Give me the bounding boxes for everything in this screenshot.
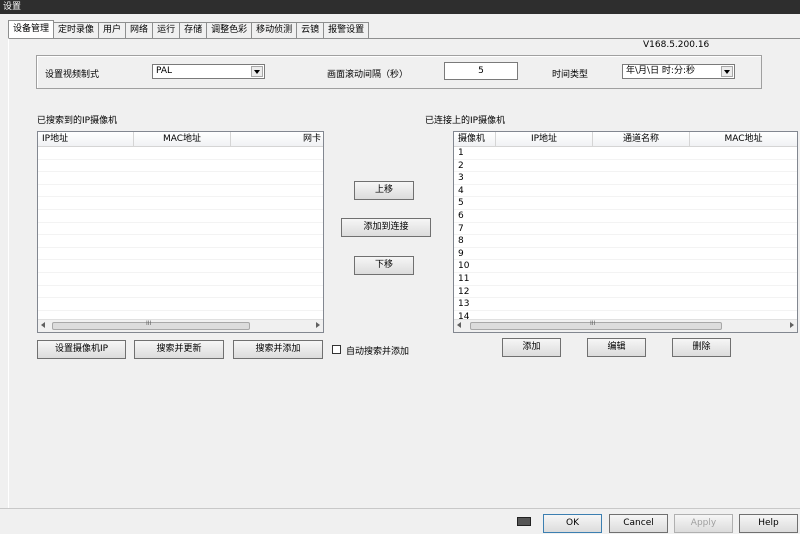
cancel-button[interactable]: Cancel: [609, 514, 668, 533]
edit-button[interactable]: 编辑: [587, 338, 646, 357]
list-item[interactable]: 8: [454, 235, 797, 248]
tab-alarm-settings[interactable]: 报警设置: [323, 22, 370, 38]
tab-color-adjust[interactable]: 调整色彩: [206, 22, 253, 38]
column-ip-address[interactable]: IP地址: [496, 132, 593, 146]
list-item[interactable]: [38, 197, 323, 210]
list-item[interactable]: [38, 273, 323, 286]
video-standard-value: PAL: [156, 66, 173, 76]
scroll-interval-label: 画面滚动间隔（秒）: [327, 70, 409, 80]
list-item[interactable]: 4: [454, 185, 797, 198]
tab-users[interactable]: 用户: [98, 22, 127, 38]
list-item[interactable]: 3: [454, 172, 797, 185]
list-item[interactable]: 9: [454, 248, 797, 261]
scroll-right-icon[interactable]: [316, 322, 320, 328]
searched-cameras-title: 已搜索到的IP摄像机: [37, 116, 118, 126]
scroll-right-icon[interactable]: [790, 322, 794, 328]
column-channel-name[interactable]: 通道名称: [593, 132, 690, 146]
auto-search-add-label[interactable]: 自动搜索并添加: [346, 344, 409, 357]
connected-horizontal-scrollbar[interactable]: III: [454, 319, 797, 332]
list-item[interactable]: [38, 172, 323, 185]
list-item[interactable]: [38, 248, 323, 261]
scroll-interval-input[interactable]: 5: [444, 62, 518, 80]
add-to-connected-button[interactable]: 添加到连接: [341, 218, 431, 237]
list-item[interactable]: [38, 147, 323, 160]
time-type-select[interactable]: 年\月\日 时:分:秒: [622, 64, 735, 79]
time-type-value: 年\月\日 时:分:秒: [626, 66, 695, 76]
chevron-down-icon[interactable]: [251, 66, 263, 77]
connected-list-header: 摄像机 IP地址 通道名称 MAC地址: [454, 132, 797, 147]
list-item[interactable]: 7: [454, 223, 797, 236]
searched-list-header: IP地址 MAC地址 网卡: [38, 132, 323, 147]
tab-device-management[interactable]: 设备管理: [8, 20, 55, 38]
apply-button[interactable]: Apply: [674, 514, 733, 533]
tab-network[interactable]: 网络: [125, 22, 154, 38]
scroll-left-icon[interactable]: [41, 322, 45, 328]
column-network-card[interactable]: 网卡: [231, 132, 323, 146]
list-item[interactable]: 13: [454, 298, 797, 311]
connected-list-rows: 1 2 3 4 5 6 7 8 9 10 11 12 13 14: [454, 147, 797, 324]
search-update-button[interactable]: 搜索并更新: [134, 340, 224, 359]
connected-cameras-list[interactable]: 摄像机 IP地址 通道名称 MAC地址 1 2 3 4 5 6 7 8 9 10…: [453, 131, 798, 333]
list-item[interactable]: 6: [454, 210, 797, 223]
tab-ptz[interactable]: 云镜: [296, 22, 325, 38]
column-ip-address[interactable]: IP地址: [38, 132, 135, 146]
list-item[interactable]: [38, 160, 323, 173]
scroll-grip: III: [590, 320, 596, 327]
tab-run[interactable]: 运行: [152, 22, 181, 38]
list-item[interactable]: [38, 210, 323, 223]
tab-motion-detection[interactable]: 移动侦测: [251, 22, 298, 38]
connected-cameras-title: 已连接上的IP摄像机: [425, 116, 506, 126]
scrollbar-thumb[interactable]: [470, 322, 722, 330]
search-add-button[interactable]: 搜索并添加: [233, 340, 323, 359]
list-item[interactable]: 2: [454, 160, 797, 173]
move-down-button[interactable]: 下移: [354, 256, 414, 275]
list-item[interactable]: 12: [454, 286, 797, 299]
tab-bar: 设备管理 定时录像 用户 网络 运行 存储 调整色彩 移动侦测 云镜 报警设置: [8, 20, 370, 38]
window-title: 设置: [0, 0, 800, 14]
time-type-label: 时间类型: [552, 70, 589, 80]
column-mac-address[interactable]: MAC地址: [134, 132, 231, 146]
move-up-button[interactable]: 上移: [354, 181, 414, 200]
keyboard-icon[interactable]: [517, 517, 531, 526]
list-item[interactable]: 1: [454, 147, 797, 160]
add-button[interactable]: 添加: [502, 338, 561, 357]
video-standard-select[interactable]: PAL: [152, 64, 265, 79]
list-item[interactable]: [38, 185, 323, 198]
list-item[interactable]: [38, 223, 323, 236]
list-item[interactable]: [38, 298, 323, 311]
column-mac-address[interactable]: MAC地址: [690, 132, 797, 146]
chevron-down-icon[interactable]: [721, 66, 733, 77]
video-standard-label: 设置视频制式: [45, 70, 100, 80]
list-item[interactable]: 11: [454, 273, 797, 286]
delete-button[interactable]: 删除: [672, 338, 731, 357]
auto-search-add-checkbox[interactable]: [332, 345, 341, 354]
tab-scheduled-recording[interactable]: 定时录像: [53, 22, 100, 38]
column-camera[interactable]: 摄像机: [454, 132, 496, 146]
tab-storage[interactable]: 存储: [179, 22, 208, 38]
searched-cameras-list[interactable]: IP地址 MAC地址 网卡 III: [37, 131, 324, 333]
list-item[interactable]: [38, 286, 323, 299]
set-camera-ip-button[interactable]: 设置摄像机IP: [37, 340, 126, 359]
version-label: V168.5.200.16: [643, 40, 710, 50]
list-item[interactable]: [38, 260, 323, 273]
searched-horizontal-scrollbar[interactable]: III: [38, 319, 323, 332]
ok-button[interactable]: OK: [543, 514, 602, 533]
help-button[interactable]: Help: [739, 514, 798, 533]
scroll-left-icon[interactable]: [457, 322, 461, 328]
list-item[interactable]: 5: [454, 197, 797, 210]
searched-list-rows: [38, 147, 323, 324]
scroll-grip: III: [146, 320, 152, 327]
list-item[interactable]: 10: [454, 260, 797, 273]
list-item[interactable]: [38, 235, 323, 248]
